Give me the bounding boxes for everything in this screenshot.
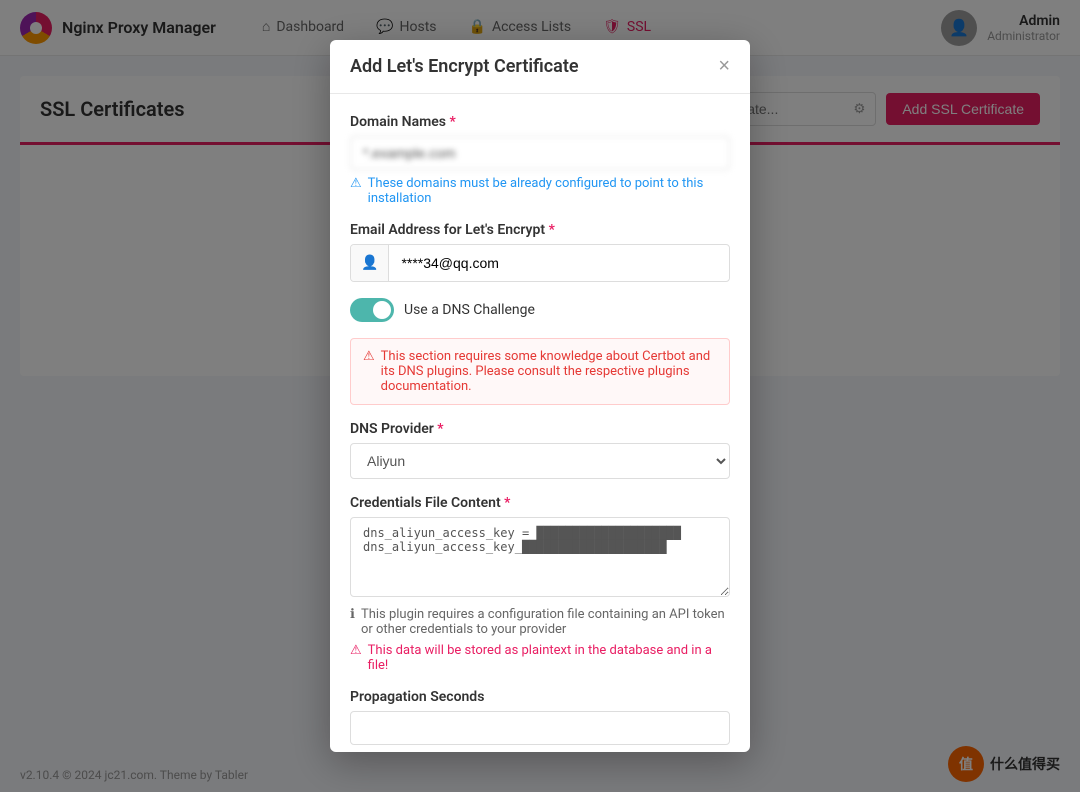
propagation-hint: ℹ Leave empty to use the plugins default… bbox=[350, 751, 730, 753]
credentials-group: Credentials File Content * dns_aliyun_ac… bbox=[350, 495, 730, 673]
warning-triangle-icon: ⚠ bbox=[350, 643, 362, 658]
modal-body: Domain Names * ⚠ These domains must be a… bbox=[330, 94, 750, 753]
domain-names-group: Domain Names * ⚠ These domains must be a… bbox=[350, 114, 730, 206]
dns-challenge-toggle[interactable] bbox=[350, 298, 394, 322]
domain-hint: ⚠ These domains must be already configur… bbox=[350, 176, 730, 206]
info-circle-icon: ℹ bbox=[350, 607, 355, 622]
modal: Add Let's Encrypt Certificate × Domain N… bbox=[330, 40, 750, 753]
email-group: Email Address for Let's Encrypt * 👤 bbox=[350, 222, 730, 282]
dns-challenge-row: Use a DNS Challenge bbox=[350, 298, 730, 322]
credentials-textarea[interactable]: dns_aliyun_access_key = ████████████████… bbox=[350, 517, 730, 597]
propagation-label: Propagation Seconds bbox=[350, 689, 730, 705]
person-icon: 👤 bbox=[351, 245, 389, 281]
email-input[interactable] bbox=[389, 247, 729, 279]
modal-title: Add Let's Encrypt Certificate bbox=[350, 56, 579, 77]
domain-names-label: Domain Names * bbox=[350, 114, 730, 130]
domain-names-input[interactable] bbox=[350, 136, 730, 170]
close-button[interactable]: × bbox=[718, 56, 730, 76]
credentials-label: Credentials File Content * bbox=[350, 495, 730, 511]
credentials-hint: ℹ This plugin requires a configuration f… bbox=[350, 607, 730, 637]
dns-provider-label: DNS Provider * bbox=[350, 421, 730, 437]
warning-icon: ⚠ bbox=[363, 349, 375, 394]
toggle-slider bbox=[350, 298, 394, 322]
modal-overlay: Add Let's Encrypt Certificate × Domain N… bbox=[0, 0, 1080, 792]
propagation-group: Propagation Seconds ℹ Leave empty to use… bbox=[350, 689, 730, 753]
email-label: Email Address for Let's Encrypt * bbox=[350, 222, 730, 238]
dns-provider-select[interactable]: Aliyun bbox=[350, 443, 730, 479]
dns-provider-group: DNS Provider * Aliyun bbox=[350, 421, 730, 479]
email-input-wrap: 👤 bbox=[350, 244, 730, 282]
info-propagation-icon: ℹ bbox=[350, 751, 355, 753]
propagation-input[interactable] bbox=[350, 711, 730, 745]
modal-header: Add Let's Encrypt Certificate × bbox=[330, 40, 750, 94]
credentials-warning: ⚠ This data will be stored as plaintext … bbox=[350, 643, 730, 673]
dns-challenge-label: Use a DNS Challenge bbox=[404, 302, 535, 318]
dns-warning-box: ⚠ This section requires some knowledge a… bbox=[350, 338, 730, 405]
info-icon: ⚠ bbox=[350, 176, 362, 191]
